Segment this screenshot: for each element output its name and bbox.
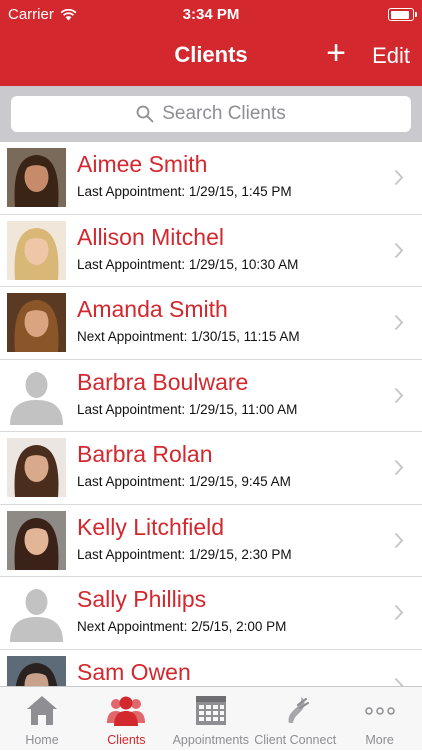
app-header: Carrier 3:34 PM Clients + Edit — [0, 0, 422, 86]
client-row[interactable]: Sam Owen — [0, 650, 422, 686]
search-placeholder: Search Clients — [162, 103, 286, 124]
tab-label: Appointments — [172, 733, 250, 747]
tab-label: Clients — [107, 733, 146, 747]
clients-icon — [106, 693, 146, 727]
client-connect-icon — [275, 693, 315, 727]
status-bar: Carrier 3:34 PM — [0, 0, 422, 30]
client-row[interactable]: Amanda Smith Next Appointment: 1/30/15, 1… — [0, 287, 422, 360]
chevron-right-icon — [394, 387, 404, 409]
chevron-right-icon — [394, 532, 404, 554]
client-photo — [7, 148, 66, 207]
client-row[interactable]: Kelly Litchfield Last Appointment: 1/29/1… — [0, 505, 422, 577]
client-list: Aimee Smith Last Appointment: 1/29/15, 1:… — [0, 142, 422, 686]
page-title: Clients — [174, 42, 248, 67]
client-photo — [7, 293, 66, 352]
edit-button[interactable]: Edit — [372, 43, 410, 69]
appointment-info: Last Appointment: 1/29/15, 10:30 AM — [77, 256, 299, 272]
avatar-placeholder-icon — [7, 366, 66, 425]
chevron-right-icon — [394, 242, 404, 264]
home-icon — [22, 693, 62, 727]
client-name: Amanda Smith — [77, 296, 228, 322]
search-icon — [136, 105, 154, 123]
tab-label: Client Connect — [254, 733, 337, 747]
client-row[interactable]: Sally Phillips Next Appointment: 2/5/15, … — [0, 577, 422, 650]
chevron-right-icon — [394, 459, 404, 481]
add-client-button[interactable]: + — [322, 36, 350, 70]
status-time: 3:34 PM — [182, 6, 240, 23]
nav-bar: Clients + Edit — [0, 30, 422, 86]
chevron-right-icon — [394, 169, 404, 191]
search-input[interactable]: Search Clients — [11, 96, 411, 132]
client-photo — [7, 510, 66, 570]
more-icon — [360, 693, 400, 727]
tab-appointments[interactable]: Appointments — [169, 687, 253, 751]
appointment-info: Next Appointment: 1/30/15, 11:15 AM — [77, 329, 300, 344]
appointment-info: Last Appointment: 1/29/15, 2:30 PM — [77, 546, 292, 562]
client-name: Aimee Smith — [77, 151, 208, 177]
appointment-info: Last Appointment: 1/29/15, 1:45 PM — [77, 184, 292, 199]
chevron-right-icon — [394, 604, 404, 626]
client-photo — [7, 220, 66, 280]
client-row[interactable]: Barbra Boulware Last Appointment: 1/29/15… — [0, 360, 422, 432]
tab-client-connect[interactable]: Client Connect — [253, 687, 337, 751]
tab-label: Home — [25, 733, 59, 747]
tab-clients[interactable]: Clients — [84, 687, 168, 751]
client-photo — [7, 655, 66, 686]
tab-bar: Home Clients Appointments Client Connect Mor… — [0, 686, 422, 750]
client-name: Barbra Rolan — [77, 441, 213, 467]
search-bar: Search Clients — [0, 86, 422, 142]
client-name: Allison Mitchel — [77, 223, 224, 250]
client-row[interactable]: Barbra Rolan Last Appointment: 1/29/15, 9… — [0, 432, 422, 505]
client-name: Sam Owen — [77, 658, 191, 685]
battery-icon — [388, 8, 417, 21]
appointment-info: Last Appointment: 1/29/15, 9:45 AM — [77, 474, 291, 489]
client-name: Sally Phillips — [77, 586, 207, 612]
client-photo — [7, 438, 66, 497]
client-row[interactable]: Allison Mitchel Last Appointment: 1/29/15… — [0, 215, 422, 287]
appointment-info: Next Appointment: 2/5/15, 2:00 PM — [77, 619, 287, 634]
client-row[interactable]: Aimee Smith Last Appointment: 1/29/15, 1:… — [0, 142, 422, 215]
client-name: Kelly Litchfield — [77, 513, 225, 540]
chevron-right-icon — [394, 677, 404, 686]
tab-home[interactable]: Home — [0, 687, 84, 751]
chevron-right-icon — [394, 314, 404, 336]
tab-more[interactable]: More — [338, 687, 422, 751]
calendar-icon — [191, 693, 231, 727]
tab-label: More — [365, 733, 394, 747]
client-name: Barbra Boulware — [77, 368, 249, 395]
avatar-placeholder-icon — [7, 583, 66, 642]
appointment-info: Last Appointment: 1/29/15, 11:00 AM — [77, 401, 298, 417]
